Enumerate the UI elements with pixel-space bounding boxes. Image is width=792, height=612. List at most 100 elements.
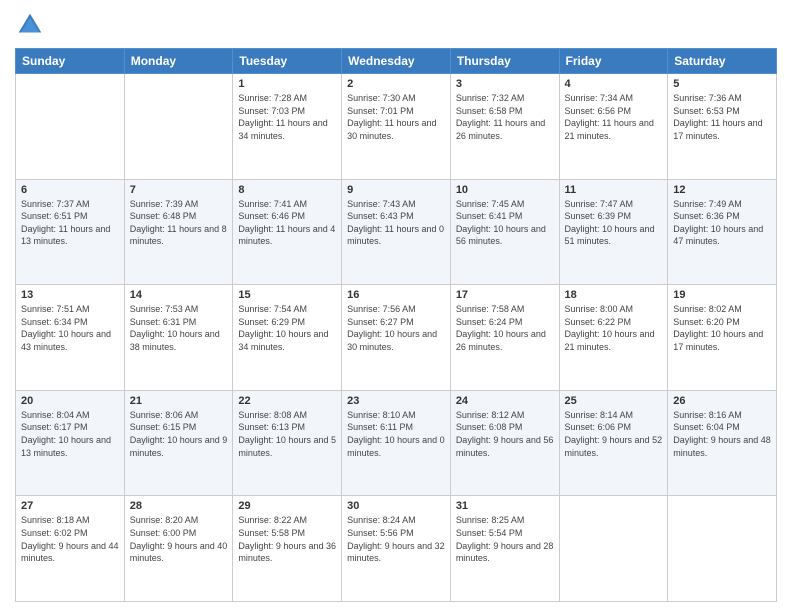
calendar-cell: 23Sunrise: 8:10 AM Sunset: 6:11 PM Dayli…: [342, 390, 451, 496]
cell-info: Sunrise: 8:06 AM Sunset: 6:15 PM Dayligh…: [130, 409, 228, 459]
calendar-cell: 12Sunrise: 7:49 AM Sunset: 6:36 PM Dayli…: [668, 179, 777, 285]
calendar-cell: 28 Sunrise: 8:20 AM Sunset: 6:00 PM Dayli…: [124, 496, 233, 602]
weekday-header-thursday: Thursday: [450, 49, 559, 74]
logo: [15, 10, 49, 40]
calendar-cell: 15 Sunrise: 7:54 AM Sunset: 6:29 PM Dayli…: [233, 285, 342, 391]
cell-day-number: 9: [347, 184, 445, 196]
cell-info: Sunrise: 8:14 AM Sunset: 6:06 PM Dayligh…: [565, 409, 663, 459]
calendar-cell: 29Sunrise: 8:22 AM Sunset: 5:58 PM Dayli…: [233, 496, 342, 602]
cell-day-number: 22: [238, 395, 336, 407]
cell-day-number: 15: [238, 289, 336, 301]
cell-day-number: 1: [238, 78, 336, 90]
calendar-cell: 14 Sunrise: 7:53 AM Sunset: 6:31 PM Dayli…: [124, 285, 233, 391]
cell-day-number: 19: [673, 289, 771, 301]
header: [15, 10, 777, 40]
calendar-cell: 5Sunrise: 7:36 AM Sunset: 6:53 PM Daylig…: [668, 74, 777, 180]
cell-day-number: 11: [565, 184, 663, 196]
weekday-header-tuesday: Tuesday: [233, 49, 342, 74]
cell-info: Sunrise: 7:53 AM Sunset: 6:31 PM Dayligh…: [130, 303, 228, 353]
cell-info: Sunrise: 7:41 AM Sunset: 6:46 PM Dayligh…: [238, 198, 336, 248]
cell-day-number: 17: [456, 289, 554, 301]
calendar-week-row: 27 Sunrise: 8:18 AM Sunset: 6:02 PM Dayli…: [16, 496, 777, 602]
calendar-cell: 24 Sunrise: 8:12 AM Sunset: 6:08 PM Dayli…: [450, 390, 559, 496]
cell-day-number: 6: [21, 184, 119, 196]
cell-info: Sunrise: 8:18 AM Sunset: 6:02 PM Dayligh…: [21, 514, 119, 564]
calendar-cell: 10 Sunrise: 7:45 AM Sunset: 6:41 PM Dayli…: [450, 179, 559, 285]
cell-info: Sunrise: 8:02 AM Sunset: 6:20 PM Dayligh…: [673, 303, 771, 353]
cell-day-number: 16: [347, 289, 445, 301]
cell-info: Sunrise: 7:56 AM Sunset: 6:27 PM Dayligh…: [347, 303, 445, 353]
calendar-cell: 26 Sunrise: 8:16 AM Sunset: 6:04 PM Dayli…: [668, 390, 777, 496]
cell-day-number: 31: [456, 500, 554, 512]
calendar-cell: 3Sunrise: 7:32 AM Sunset: 6:58 PM Daylig…: [450, 74, 559, 180]
calendar-cell: 4 Sunrise: 7:34 AM Sunset: 6:56 PM Daylig…: [559, 74, 668, 180]
cell-day-number: 30: [347, 500, 445, 512]
calendar-cell: [124, 74, 233, 180]
cell-info: Sunrise: 7:54 AM Sunset: 6:29 PM Dayligh…: [238, 303, 336, 353]
calendar-cell: 31 Sunrise: 8:25 AM Sunset: 5:54 PM Dayli…: [450, 496, 559, 602]
cell-day-number: 2: [347, 78, 445, 90]
calendar-cell: 21 Sunrise: 8:06 AM Sunset: 6:15 PM Dayli…: [124, 390, 233, 496]
cell-day-number: 28: [130, 500, 228, 512]
cell-day-number: 20: [21, 395, 119, 407]
weekday-header-row: SundayMondayTuesdayWednesdayThursdayFrid…: [16, 49, 777, 74]
calendar-week-row: 1 Sunrise: 7:28 AM Sunset: 7:03 PM Daylig…: [16, 74, 777, 180]
cell-info: Sunrise: 8:10 AM Sunset: 6:11 PM Dayligh…: [347, 409, 445, 459]
cell-info: Sunrise: 8:12 AM Sunset: 6:08 PM Dayligh…: [456, 409, 554, 459]
cell-info: Sunrise: 7:43 AM Sunset: 6:43 PM Dayligh…: [347, 198, 445, 248]
cell-info: Sunrise: 7:37 AM Sunset: 6:51 PM Dayligh…: [21, 198, 119, 248]
calendar-cell: 17 Sunrise: 7:58 AM Sunset: 6:24 PM Dayli…: [450, 285, 559, 391]
calendar-cell: 16 Sunrise: 7:56 AM Sunset: 6:27 PM Dayli…: [342, 285, 451, 391]
cell-day-number: 18: [565, 289, 663, 301]
cell-day-number: 21: [130, 395, 228, 407]
cell-day-number: 12: [673, 184, 771, 196]
calendar-cell: 11Sunrise: 7:47 AM Sunset: 6:39 PM Dayli…: [559, 179, 668, 285]
cell-day-number: 29: [238, 500, 336, 512]
calendar-cell: 7 Sunrise: 7:39 AM Sunset: 6:48 PM Daylig…: [124, 179, 233, 285]
weekday-header-saturday: Saturday: [668, 49, 777, 74]
cell-info: Sunrise: 8:16 AM Sunset: 6:04 PM Dayligh…: [673, 409, 771, 459]
calendar-table: SundayMondayTuesdayWednesdayThursdayFrid…: [15, 48, 777, 602]
cell-info: Sunrise: 7:39 AM Sunset: 6:48 PM Dayligh…: [130, 198, 228, 248]
cell-day-number: 3: [456, 78, 554, 90]
calendar-week-row: 20 Sunrise: 8:04 AM Sunset: 6:17 PM Dayli…: [16, 390, 777, 496]
calendar-cell: 27 Sunrise: 8:18 AM Sunset: 6:02 PM Dayli…: [16, 496, 125, 602]
cell-info: Sunrise: 7:45 AM Sunset: 6:41 PM Dayligh…: [456, 198, 554, 248]
calendar-cell: 30 Sunrise: 8:24 AM Sunset: 5:56 PM Dayli…: [342, 496, 451, 602]
calendar-cell: 19 Sunrise: 8:02 AM Sunset: 6:20 PM Dayli…: [668, 285, 777, 391]
page: SundayMondayTuesdayWednesdayThursdayFrid…: [0, 0, 792, 612]
cell-info: Sunrise: 8:04 AM Sunset: 6:17 PM Dayligh…: [21, 409, 119, 459]
calendar-cell: [16, 74, 125, 180]
cell-info: Sunrise: 7:28 AM Sunset: 7:03 PM Dayligh…: [238, 92, 336, 142]
cell-day-number: 27: [21, 500, 119, 512]
cell-day-number: 4: [565, 78, 663, 90]
logo-icon: [15, 10, 45, 40]
weekday-header-monday: Monday: [124, 49, 233, 74]
cell-day-number: 26: [673, 395, 771, 407]
calendar-cell: 8 Sunrise: 7:41 AM Sunset: 6:46 PM Daylig…: [233, 179, 342, 285]
weekday-header-friday: Friday: [559, 49, 668, 74]
cell-day-number: 10: [456, 184, 554, 196]
cell-info: Sunrise: 7:58 AM Sunset: 6:24 PM Dayligh…: [456, 303, 554, 353]
weekday-header-wednesday: Wednesday: [342, 49, 451, 74]
calendar-cell: 22Sunrise: 8:08 AM Sunset: 6:13 PM Dayli…: [233, 390, 342, 496]
cell-info: Sunrise: 8:24 AM Sunset: 5:56 PM Dayligh…: [347, 514, 445, 564]
cell-day-number: 14: [130, 289, 228, 301]
cell-info: Sunrise: 8:20 AM Sunset: 6:00 PM Dayligh…: [130, 514, 228, 564]
calendar-cell: 20 Sunrise: 8:04 AM Sunset: 6:17 PM Dayli…: [16, 390, 125, 496]
calendar-cell: 13 Sunrise: 7:51 AM Sunset: 6:34 PM Dayli…: [16, 285, 125, 391]
cell-day-number: 24: [456, 395, 554, 407]
cell-day-number: 8: [238, 184, 336, 196]
cell-info: Sunrise: 7:30 AM Sunset: 7:01 PM Dayligh…: [347, 92, 445, 142]
cell-day-number: 7: [130, 184, 228, 196]
cell-info: Sunrise: 7:51 AM Sunset: 6:34 PM Dayligh…: [21, 303, 119, 353]
weekday-header-sunday: Sunday: [16, 49, 125, 74]
cell-info: Sunrise: 7:34 AM Sunset: 6:56 PM Dayligh…: [565, 92, 663, 142]
calendar-cell: [559, 496, 668, 602]
calendar-week-row: 6 Sunrise: 7:37 AM Sunset: 6:51 PM Daylig…: [16, 179, 777, 285]
cell-info: Sunrise: 8:25 AM Sunset: 5:54 PM Dayligh…: [456, 514, 554, 564]
calendar-cell: 25Sunrise: 8:14 AM Sunset: 6:06 PM Dayli…: [559, 390, 668, 496]
cell-day-number: 13: [21, 289, 119, 301]
calendar-cell: [668, 496, 777, 602]
cell-info: Sunrise: 7:36 AM Sunset: 6:53 PM Dayligh…: [673, 92, 771, 142]
